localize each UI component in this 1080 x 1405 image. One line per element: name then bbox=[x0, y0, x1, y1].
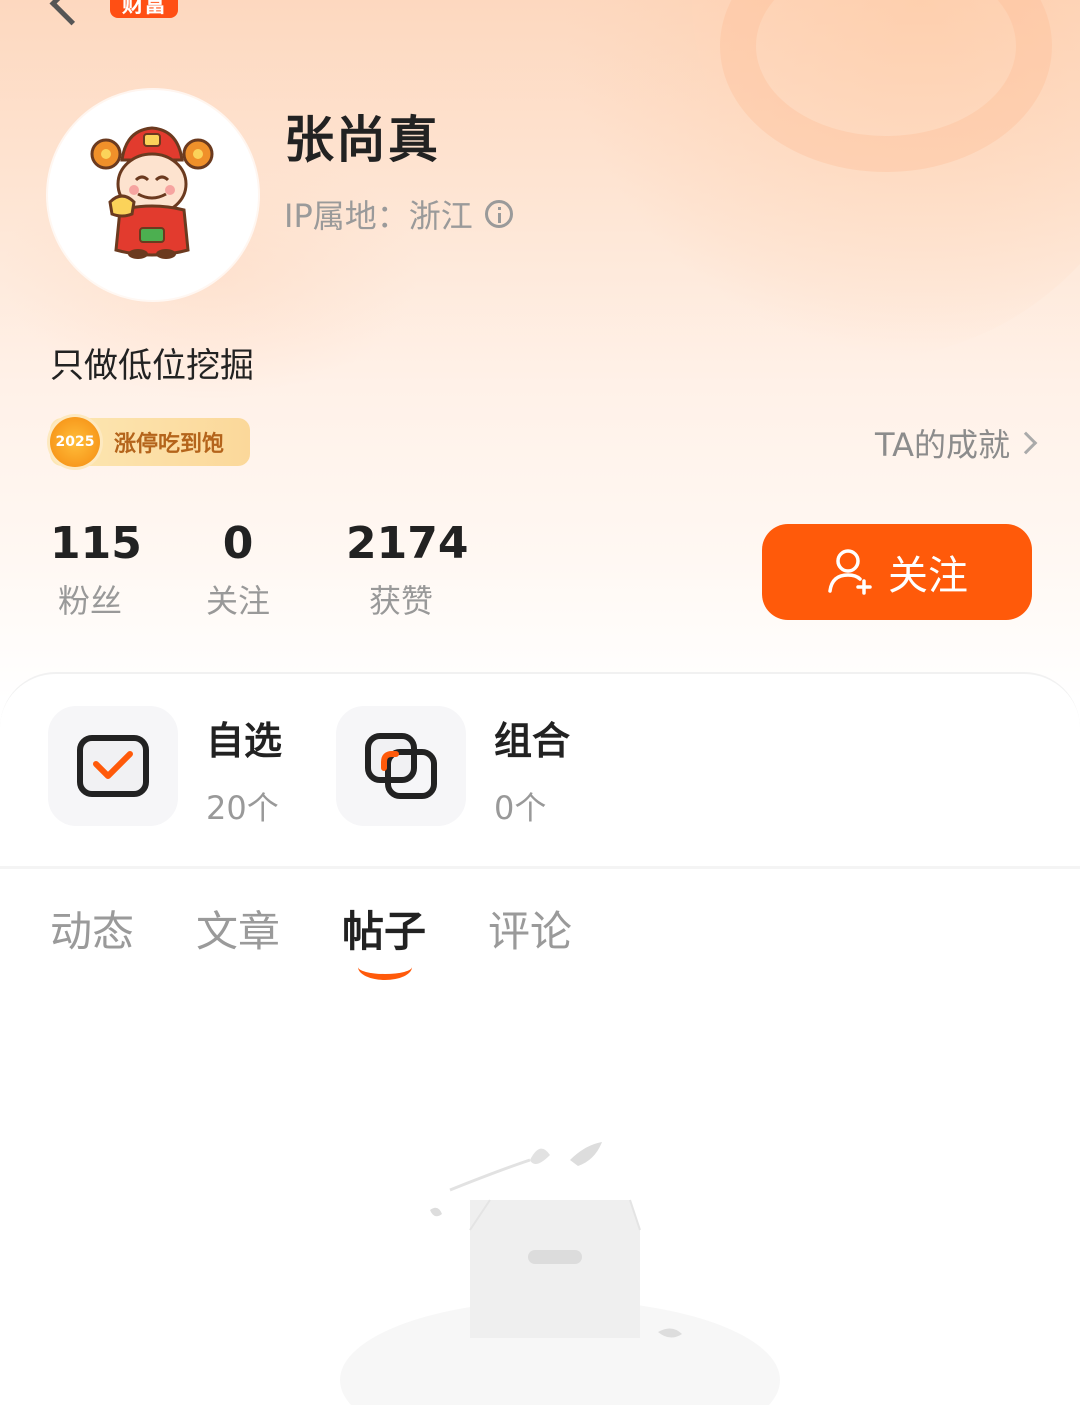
tools-panel: 自选 20个 组合 0个 bbox=[0, 672, 1080, 870]
ip-location-row: IP属地：浙江 bbox=[284, 192, 513, 236]
stat-fans[interactable]: 115 粉丝 bbox=[50, 518, 142, 622]
avatar[interactable] bbox=[48, 90, 258, 300]
watchlist-title: 自选 bbox=[206, 719, 283, 763]
tab-posts-label: 帖子 bbox=[342, 907, 427, 956]
portfolio-icon-box bbox=[336, 706, 466, 826]
achievement-label: TA的成就 bbox=[875, 426, 1010, 464]
empty-box-illustration bbox=[340, 1142, 780, 1405]
portfolio-count: 0个 bbox=[494, 789, 547, 827]
info-icon[interactable] bbox=[484, 200, 513, 228]
chevron-right-icon bbox=[1014, 431, 1038, 455]
tab-updates[interactable]: 动态 bbox=[50, 898, 134, 978]
honor-badge[interactable]: 2025 涨停吃到饱 bbox=[50, 417, 250, 467]
portfolio-entry[interactable]: 组合 0个 bbox=[336, 706, 570, 829]
ip-location-text: IP属地：浙江 bbox=[284, 197, 473, 235]
active-tab-indicator bbox=[358, 954, 413, 980]
user-name: 张尚真 bbox=[284, 111, 440, 169]
follow-button-label: 关注 bbox=[888, 553, 968, 599]
stat-value: 0 bbox=[222, 518, 254, 569]
content-tabs: 动态 文章 帖子 评论 bbox=[50, 898, 634, 980]
app-badge: 财富 bbox=[110, 0, 178, 18]
stat-label: 获赞 bbox=[368, 582, 433, 620]
section-divider bbox=[0, 866, 1080, 869]
honor-title: 涨停吃到饱 bbox=[114, 432, 225, 457]
add-user-icon bbox=[828, 549, 872, 595]
watchlist-icon-box bbox=[48, 706, 178, 826]
achievement-link[interactable]: TA的成就 bbox=[875, 420, 1038, 466]
stat-value: 2174 bbox=[346, 518, 469, 569]
watchlist-check-icon bbox=[77, 735, 149, 797]
stat-value: 115 bbox=[50, 518, 142, 569]
stat-likes: 2174 获赞 bbox=[346, 518, 469, 622]
portfolio-icon bbox=[365, 733, 437, 799]
tab-comments[interactable]: 评论 bbox=[488, 898, 572, 978]
stat-label: 粉丝 bbox=[57, 582, 122, 620]
user-bio: 只做低位挖掘 bbox=[50, 346, 254, 386]
tab-posts[interactable]: 帖子 bbox=[342, 898, 427, 980]
fortune-god-avatar-icon bbox=[90, 126, 214, 259]
tab-articles[interactable]: 文章 bbox=[196, 898, 280, 978]
medal-icon: 2025 bbox=[50, 417, 100, 467]
follow-button[interactable]: 关注 bbox=[762, 524, 1032, 620]
watchlist-count: 20个 bbox=[206, 789, 279, 827]
stat-label: 关注 bbox=[205, 582, 270, 620]
watchlist-entry[interactable]: 自选 20个 bbox=[48, 706, 282, 829]
stat-following[interactable]: 0 关注 bbox=[198, 518, 278, 622]
portfolio-title: 组合 bbox=[494, 719, 571, 763]
